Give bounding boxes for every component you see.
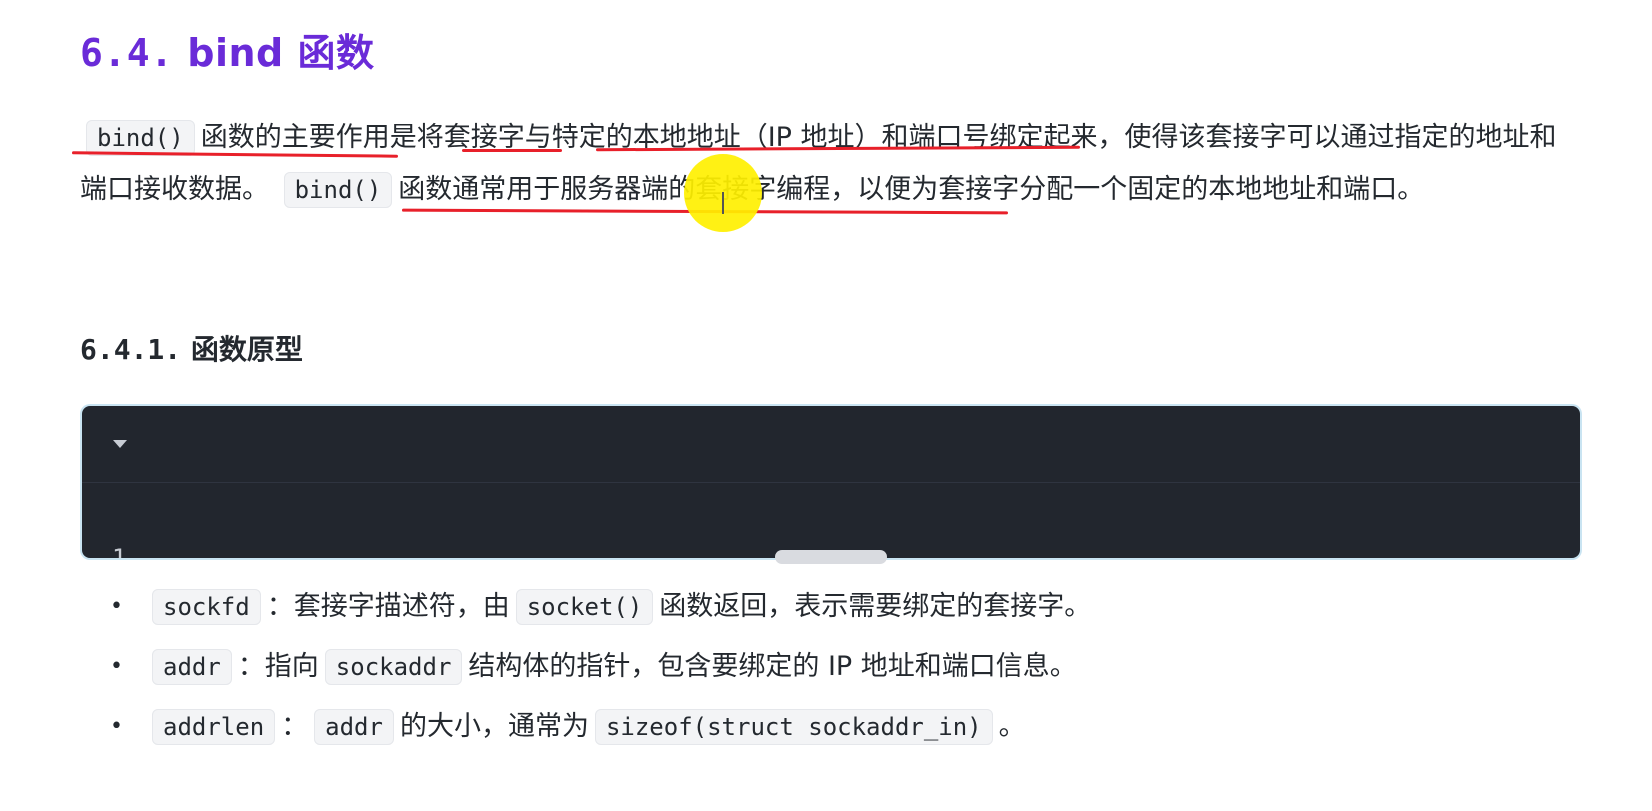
paragraph-text: 函数通常用于服务器端的套接字编程，以便为套接字分配一个固定的本地地址和端口。: [398, 174, 1425, 205]
param-text: 。: [998, 711, 1026, 742]
param-text: 函数返回，表示需要绑定的套接字。: [659, 591, 1092, 622]
inline-code: addr: [314, 709, 394, 745]
section-heading: 6.4. bind 函数: [80, 22, 374, 77]
code-block-toolbar: [82, 406, 1580, 483]
inline-code: sockaddr: [324, 649, 463, 685]
subsection-title: 函数原型: [190, 333, 303, 366]
bullet-icon: •: [110, 594, 123, 619]
code-line: 1 int bind(int sockfd, const struct sock…: [82, 498, 1580, 558]
list-item: • sockfd ：套接字描述符，由 socket() 函数返回，表示需要绑定的套接字…: [80, 582, 1091, 642]
code-scrollbar[interactable]: [775, 550, 887, 564]
parameter-list: • sockfd ：套接字描述符，由 socket() 函数返回，表示需要绑定的套接字…: [80, 582, 1091, 762]
param-text: 指向: [264, 651, 319, 682]
bullet-icon: •: [110, 654, 123, 679]
list-item: • addr ：指向 sockaddr 结构体的指针，包含要绑定的 IP 地址和端口信…: [80, 642, 1091, 702]
inline-code: sizeof(struct sockaddr_in): [594, 709, 993, 745]
param-separator: ：: [266, 591, 294, 622]
inline-code: bind(): [283, 172, 393, 208]
inline-code: sockfd: [152, 589, 261, 625]
subsection-heading: 6.4.1. 函数原型: [80, 328, 303, 368]
text-cursor-icon: [722, 192, 724, 214]
list-item: • addrlen： addr 的大小，通常为 sizeof(struct socka…: [80, 702, 1091, 762]
param-text: 结构体的指针，包含要绑定的 IP 地址和端口信息。: [468, 651, 1077, 682]
intro-paragraph: bind() 函数的主要作用是将套接字与特定的本地地址（IP 地址）和端口号绑定起…: [80, 112, 1580, 216]
param-text: 套接字描述符，由: [293, 591, 510, 622]
inline-code: addrlen: [152, 709, 276, 745]
document-page: 6.4. bind 函数 bind() 函数的主要作用是将套接字与特定的本地地址（…: [0, 0, 1652, 811]
code-block: 1 int bind(int sockfd, const struct sock…: [82, 406, 1580, 558]
inline-code: bind(): [86, 120, 195, 156]
param-separator: ：: [281, 711, 309, 742]
param-text: 的大小，通常为: [399, 711, 589, 742]
inline-code: socket(): [515, 589, 654, 625]
param-separator: ：: [237, 651, 265, 682]
annotation-underline: [462, 149, 562, 152]
line-number: 1: [112, 544, 127, 558]
section-number: 6.4.: [80, 31, 174, 75]
caret-down-icon[interactable]: [113, 440, 127, 448]
section-title: bind 函数: [187, 31, 375, 75]
subsection-number: 6.4.1.: [80, 333, 182, 366]
inline-code: addr: [152, 649, 232, 685]
bullet-icon: •: [110, 714, 123, 739]
